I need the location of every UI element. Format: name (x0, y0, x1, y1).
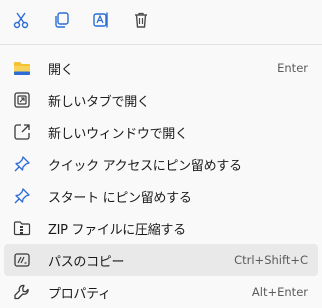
menu-item-label: パスのコピー (48, 254, 125, 270)
context-menu: 開く Enter 新しいタブで開く 新しいウィンドウで開く クイック アクセスに… (0, 0, 322, 308)
delete-button[interactable] (126, 5, 156, 35)
menu-item-compress-zip[interactable]: ZIP ファイルに圧縮する (4, 212, 318, 244)
new-tab-icon (12, 90, 32, 110)
menu-item-open-new-tab[interactable]: 新しいタブで開く (4, 84, 318, 116)
menu-item-open[interactable]: 開く Enter (4, 52, 318, 84)
menu-items: 開く Enter 新しいタブで開く 新しいウィンドウで開く クイック アクセスに… (0, 49, 322, 308)
pin-icon (12, 154, 32, 174)
properties-icon (12, 282, 32, 302)
cut-icon (13, 12, 29, 29)
menu-item-copy-path[interactable]: パスのコピー Ctrl+Shift+C (4, 244, 318, 276)
menu-item-label: クイック アクセスにピン留めする (48, 158, 242, 174)
rename-icon (93, 12, 108, 28)
menu-item-label: ZIP ファイルに圧縮する (48, 222, 186, 238)
new-window-icon (12, 122, 32, 142)
menu-item-shortcut: Ctrl+Shift+C (234, 253, 308, 267)
menu-item-shortcut: Alt+Enter (251, 285, 308, 299)
folder-icon (12, 58, 32, 78)
copy-button[interactable] (46, 5, 76, 35)
menu-item-pin-start[interactable]: スタート にピン留めする (4, 180, 318, 212)
zip-folder-icon (12, 218, 32, 238)
cut-button[interactable] (6, 5, 36, 35)
menu-item-label: プロパティ (48, 286, 111, 302)
copy-path-icon (12, 250, 32, 270)
context-menu-toolbar (0, 0, 322, 40)
menu-item-label: スタート にピン留めする (48, 190, 192, 206)
menu-item-label: 開く (48, 62, 74, 78)
delete-icon (135, 12, 147, 28)
menu-divider (0, 44, 322, 45)
menu-item-shortcut: Enter (277, 61, 308, 75)
menu-item-properties[interactable]: プロパティ Alt+Enter (4, 276, 318, 308)
rename-button[interactable] (86, 5, 116, 35)
copy-icon (55, 12, 69, 28)
menu-item-pin-quick-access[interactable]: クイック アクセスにピン留めする (4, 148, 318, 180)
menu-item-open-new-window[interactable]: 新しいウィンドウで開く (4, 116, 318, 148)
pin-start-icon (12, 186, 32, 206)
menu-item-label: 新しいタブで開く (48, 94, 150, 110)
menu-item-label: 新しいウィンドウで開く (48, 126, 188, 142)
